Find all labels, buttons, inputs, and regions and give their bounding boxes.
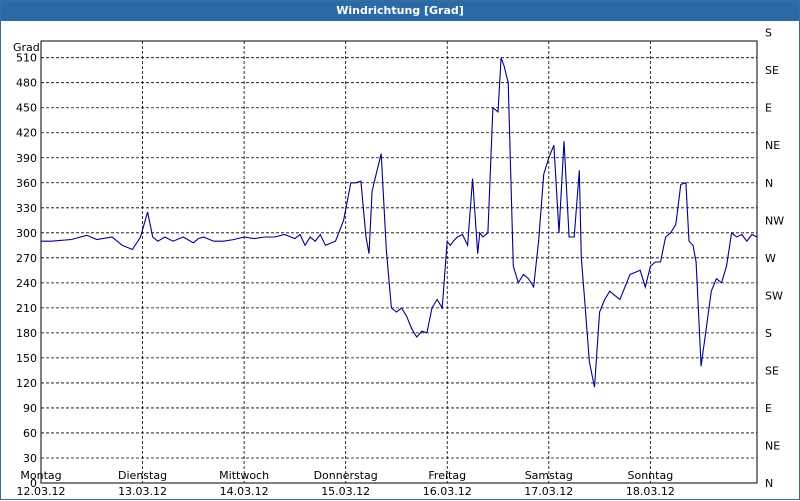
x-tick-day: Dienstag — [118, 469, 167, 482]
y2-tick-label: NE — [765, 139, 780, 152]
x-tick-day: Donnerstag — [314, 469, 378, 482]
y-tick-label: 90 — [23, 402, 37, 415]
y2-tick-label: N — [765, 177, 773, 190]
chart-title: Windrichtung [Grad] — [1, 1, 799, 21]
y2-tick-label: E — [765, 102, 772, 115]
x-tick-day: Montag — [20, 469, 61, 482]
chart-window: Windrichtung [Grad] 0 30 60 90 120 150 180 210 2… — [0, 0, 800, 500]
y-tick-label: 60 — [23, 427, 37, 440]
x-tick-date: 14.03.12 — [220, 485, 269, 498]
y-tick-label: 210 — [16, 302, 37, 315]
chart-plot: 0306090120150180210240270300330360390420… — [13, 27, 784, 498]
x-tick-date: 12.03.12 — [17, 485, 66, 498]
y2-tick-label: SE — [765, 364, 779, 377]
x-tick-date: 15.03.12 — [321, 485, 370, 498]
y-tick-label: 480 — [16, 77, 37, 90]
y-axis-label: Grad — [13, 41, 40, 54]
y-tick-label: 240 — [16, 277, 37, 290]
y2-tick-label: NW — [765, 214, 784, 227]
y-tick-label: 30 — [23, 452, 37, 465]
x-tick-day: Sonntag — [628, 469, 674, 482]
y2-tick-label: E — [765, 402, 772, 415]
y-tick-label: 360 — [16, 177, 37, 190]
y2-tick-label: SE — [765, 64, 779, 77]
y-tick-label: 180 — [16, 327, 37, 340]
y2-tick-label: NE — [765, 439, 780, 452]
y-tick-label: 150 — [16, 352, 37, 365]
x-tick-date: 16.03.12 — [423, 485, 472, 498]
x-tick-date: 17.03.12 — [524, 485, 573, 498]
y-tick-label: 300 — [16, 227, 37, 240]
y-tick-label: 330 — [16, 202, 37, 215]
y-tick-label: 120 — [16, 377, 37, 390]
x-tick-day: Samstag — [525, 469, 573, 482]
plot-area — [40, 40, 758, 484]
x-tick-date: 13.03.12 — [118, 485, 167, 498]
y-tick-label: 420 — [16, 127, 37, 140]
y2-tick-label: SW — [765, 289, 783, 302]
x-tick-day: Mittwoch — [219, 469, 269, 482]
x-tick-date: 18.03.12 — [626, 485, 675, 498]
y-tick-label: 450 — [16, 102, 37, 115]
y2-tick-label: N — [765, 477, 773, 490]
y2-tick-label: W — [765, 252, 776, 265]
y2-tick-label: S — [765, 27, 772, 40]
y-tick-label: 390 — [16, 152, 37, 165]
y2-tick-label: S — [765, 327, 772, 340]
y-tick-label: 270 — [16, 252, 37, 265]
x-tick-day: Freitag — [428, 469, 466, 482]
